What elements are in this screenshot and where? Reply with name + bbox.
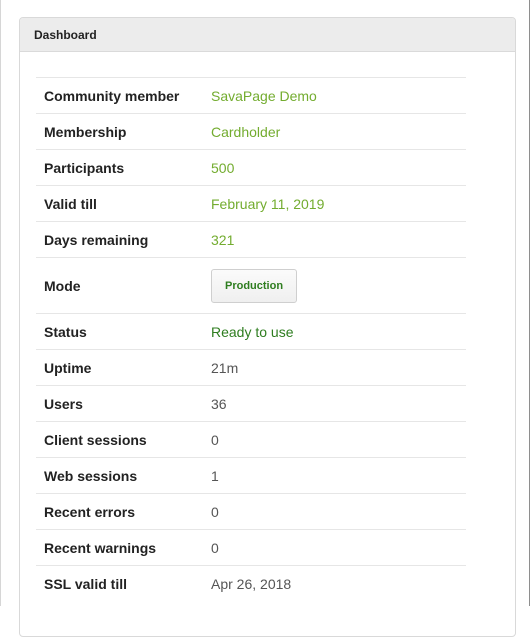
panel-title: Dashboard [34,27,97,42]
value-web-sessions: 1 [211,467,219,484]
row-client-sessions: Client sessions 0 [36,421,466,458]
value-ssl-valid-till: Apr 26, 2018 [211,575,292,592]
value-status: Ready to use [211,323,294,340]
row-participants: Participants 500 [36,149,466,186]
label-valid-till: Valid till [44,195,97,212]
window-frame: Dashboard Community member SavaPage Demo… [0,0,530,637]
value-days-remaining: 321 [211,231,235,248]
label-ssl-valid-till: SSL valid till [44,575,127,592]
label-users: Users [44,395,83,412]
value-mode-cell: Production [211,258,466,314]
label-recent-errors: Recent errors [44,503,136,520]
value-participants: 500 [211,159,235,176]
row-valid-till: Valid till February 11, 2019 [36,185,466,222]
row-ssl-valid-till: SSL valid till Apr 26, 2018 [36,565,466,602]
label-community-member: Community member [44,87,180,104]
row-uptime: Uptime 21m [36,349,466,386]
dashboard-panel: Dashboard Community member SavaPage Demo… [19,17,516,637]
value-recent-errors: 0 [211,503,219,520]
dashboard-table: Community member SavaPage Demo Membershi… [36,77,466,601]
row-users: Users 36 [36,385,466,422]
value-community-member: SavaPage Demo [211,87,317,104]
value-client-sessions: 0 [211,431,219,448]
label-status: Status [44,323,87,340]
value-valid-till: February 11, 2019 [211,195,325,212]
label-client-sessions: Client sessions [44,431,147,448]
row-mode: Mode Production [36,257,466,314]
label-web-sessions: Web sessions [44,467,138,484]
label-membership: Membership [44,123,127,140]
value-membership: Cardholder [211,123,281,140]
row-web-sessions: Web sessions 1 [36,457,466,494]
panel-header[interactable]: Dashboard [20,18,515,52]
row-days-remaining: Days remaining 321 [36,221,466,258]
row-community-member: Community member SavaPage Demo [36,77,466,114]
value-users: 36 [211,395,227,412]
value-uptime: 21m [211,359,239,376]
row-status: Status Ready to use [36,313,466,350]
label-participants: Participants [44,159,125,176]
row-recent-warnings: Recent warnings 0 [36,529,466,566]
label-uptime: Uptime [44,359,92,376]
value-recent-warnings: 0 [211,539,219,556]
label-mode: Mode [44,277,81,294]
label-days-remaining: Days remaining [44,231,149,248]
row-membership: Membership Cardholder [36,113,466,150]
label-recent-warnings: Recent warnings [44,539,157,556]
mode-button[interactable]: Production [211,268,298,303]
row-recent-errors: Recent errors 0 [36,493,466,530]
